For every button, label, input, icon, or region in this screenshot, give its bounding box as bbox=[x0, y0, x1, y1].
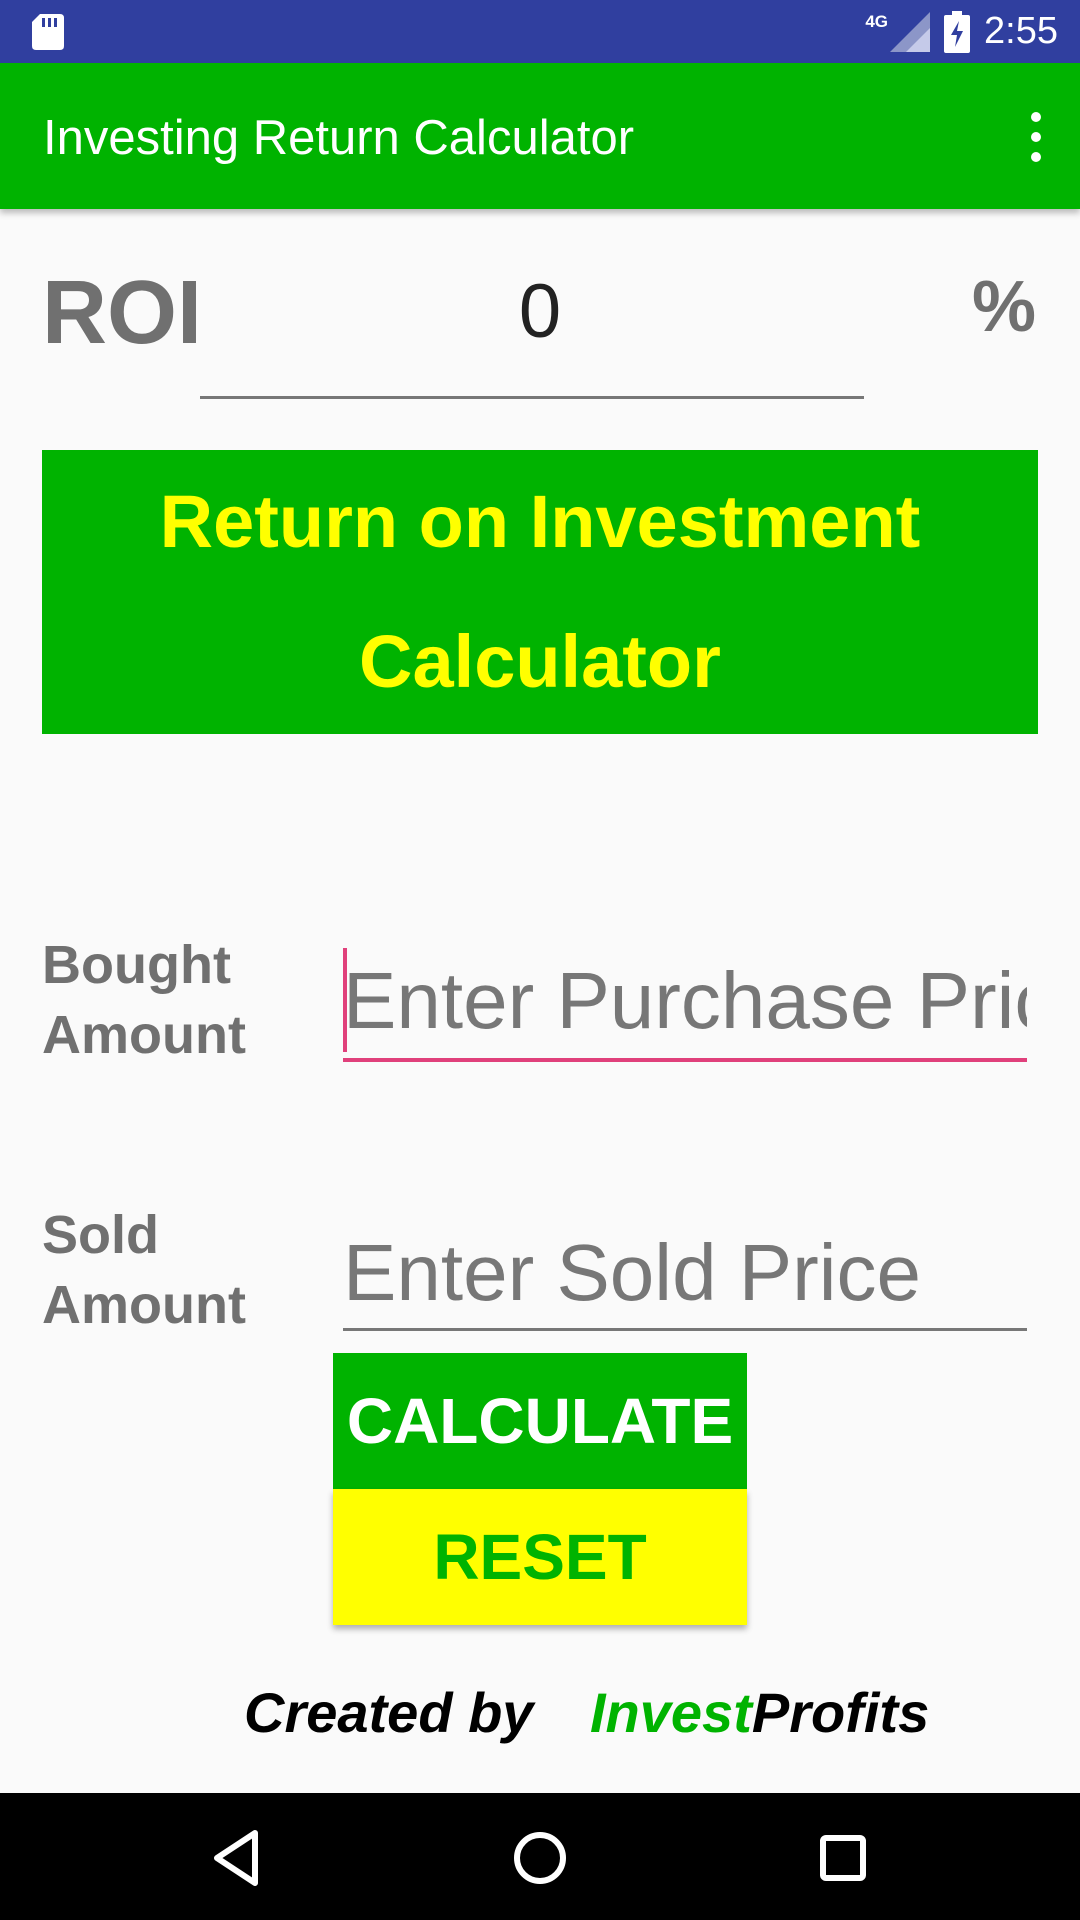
roi-label: ROI bbox=[42, 263, 203, 363]
home-icon[interactable] bbox=[505, 1823, 575, 1893]
brand-profits: Profits bbox=[751, 1681, 930, 1744]
roi-value: 0 bbox=[518, 269, 562, 354]
navigation-bar bbox=[0, 1793, 1080, 1920]
status-bar: 4G 2:55 bbox=[0, 0, 1080, 63]
app-title: Investing Return Calculator bbox=[43, 111, 635, 165]
sold-amount-label: Sold Amount bbox=[42, 1200, 246, 1340]
sold-price-underline bbox=[343, 1328, 1027, 1331]
app-bar: Investing Return Calculator bbox=[0, 63, 1080, 209]
created-by-text: Created by bbox=[244, 1681, 534, 1744]
purchase-price-input[interactable] bbox=[343, 946, 1027, 1056]
signal-icon bbox=[890, 11, 931, 52]
network-type-label: 4G bbox=[865, 11, 889, 31]
bought-label-line-2: Amount bbox=[42, 1005, 246, 1065]
sold-label-line-1: Sold bbox=[42, 1205, 159, 1265]
purchase-price-underline bbox=[343, 1058, 1027, 1062]
bought-label-line-1: Bought bbox=[42, 935, 231, 995]
brand-invest: Invest bbox=[590, 1681, 752, 1744]
reset-button[interactable]: RESET bbox=[333, 1489, 747, 1625]
brand-name: InvestProfits bbox=[590, 1680, 929, 1745]
sold-label-line-2: Amount bbox=[42, 1275, 246, 1335]
banner-line-1: Return on Investment bbox=[159, 480, 921, 563]
recents-icon[interactable] bbox=[808, 1823, 878, 1893]
title-banner: Return on Investment Calculator bbox=[42, 450, 1038, 734]
battery-icon bbox=[944, 10, 971, 53]
banner-line-2: Calculator bbox=[359, 620, 721, 703]
percent-sign: % bbox=[971, 267, 1036, 347]
calculate-button[interactable]: CALCULATE bbox=[333, 1353, 747, 1489]
back-icon[interactable] bbox=[203, 1823, 273, 1893]
sold-price-input[interactable] bbox=[343, 1218, 1027, 1328]
more-options-icon[interactable] bbox=[1014, 107, 1058, 167]
bought-amount-label: Bought Amount bbox=[42, 930, 246, 1070]
text-cursor bbox=[343, 948, 347, 1052]
sd-card-icon bbox=[32, 14, 64, 50]
roi-value-underline bbox=[200, 396, 864, 399]
footer-credit: Created by InvestProfits bbox=[0, 1680, 1080, 1760]
clock: 2:55 bbox=[984, 10, 1058, 52]
